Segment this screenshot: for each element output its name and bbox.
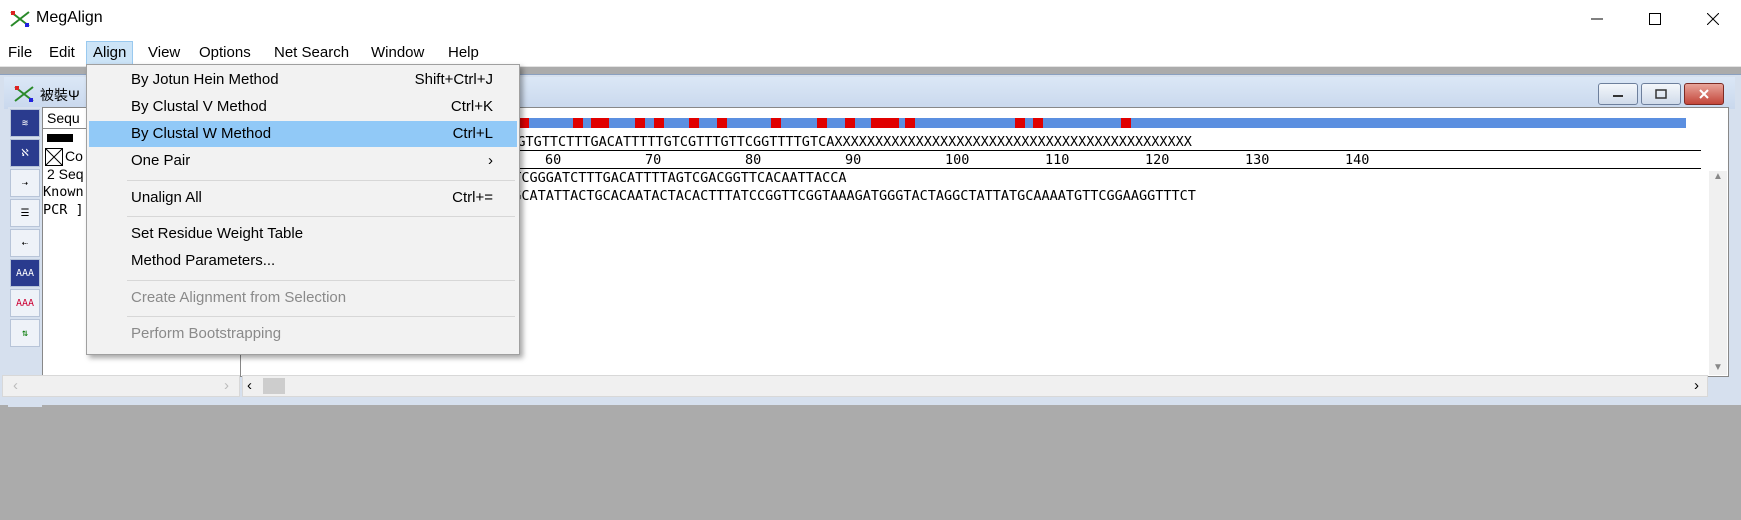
mismatch-marker — [635, 118, 645, 128]
alignment-window-title: 被裝Ψ — [40, 87, 80, 103]
ruler-tick-label: 110 — [1045, 152, 1070, 168]
menubar: File Edit Align View Options Net Search … — [0, 38, 1741, 67]
menu-options[interactable]: Options — [199, 42, 251, 64]
maximize-button[interactable] — [1626, 0, 1684, 38]
tool-list-icon[interactable]: ☰ — [10, 199, 40, 227]
menu-item-unalign-all[interactable]: Unalign All Ctrl+= — [89, 185, 517, 211]
ruler-tick-label: 120 — [1145, 152, 1170, 168]
ruler-tick-label: 70 — [645, 152, 662, 168]
mismatch-marker — [1015, 118, 1025, 128]
consensus-strength-bar — [47, 134, 73, 142]
scroll-thumb[interactable] — [263, 378, 285, 394]
mismatch-marker — [905, 118, 915, 128]
menu-item-residue-weight-table[interactable]: Set Residue Weight Table — [89, 221, 517, 247]
scroll-left-icon[interactable]: ‹ — [247, 377, 252, 394]
scroll-right-icon[interactable]: › — [224, 377, 229, 394]
ruler-tick-label: 140 — [1345, 152, 1370, 168]
minimize-icon — [1591, 18, 1603, 20]
menu-net-search[interactable]: Net Search — [274, 42, 349, 64]
child-close-button[interactable] — [1684, 83, 1724, 105]
menu-item-one-pair[interactable]: One Pair › — [89, 148, 517, 174]
menu-edit[interactable]: Edit — [49, 42, 75, 64]
close-icon — [1707, 13, 1719, 25]
megalign-app-icon — [10, 10, 30, 28]
menu-window[interactable]: Window — [371, 42, 424, 64]
consensus-label: Co — [65, 148, 83, 164]
menu-item-clustal-v[interactable]: By Clustal V Method Ctrl+K — [89, 94, 517, 120]
mismatch-marker — [771, 118, 781, 128]
vertical-scrollbar[interactable]: ▲ ▼ — [1709, 171, 1727, 375]
menu-item-method-parameters[interactable]: Method Parameters... — [89, 248, 517, 274]
submenu-arrow-icon: › — [488, 152, 493, 169]
menu-align[interactable]: Align — [86, 41, 134, 65]
menu-file[interactable]: File — [8, 42, 32, 64]
child-restore-button[interactable] — [1641, 83, 1681, 105]
ruler-tick-label: 130 — [1245, 152, 1270, 168]
menu-help[interactable]: Help — [448, 42, 479, 64]
tool-palette: ≋ ℵ ⇢ ☰ ⇠ AAA AAA ⇅ — [8, 107, 42, 407]
tool-residue-aaa-icon[interactable]: AAA — [10, 259, 40, 287]
menu-item-clustal-w[interactable]: By Clustal W Method Ctrl+L — [89, 121, 517, 147]
checkbox-crossed-icon[interactable] — [45, 148, 63, 166]
mismatch-marker — [817, 118, 827, 128]
sequence-name-pcr[interactable]: PCR ] — [43, 202, 84, 218]
app-title: MegAlign — [36, 9, 103, 26]
menu-item-perform-bootstrapping[interactable]: Perform Bootstrapping — [89, 321, 517, 347]
app-titlebar: MegAlign — [0, 0, 1741, 38]
scroll-left-icon[interactable]: ‹ — [13, 377, 18, 394]
tool-tree-icon[interactable]: ℵ — [10, 139, 40, 167]
ruler-tick-label: 60 — [545, 152, 562, 168]
tool-sequence-icon[interactable]: ≋ — [10, 109, 40, 137]
maximize-icon — [1649, 13, 1661, 25]
menu-item-jotun-hein[interactable]: By Jotun Hein Method Shift+Ctrl+J — [89, 67, 517, 93]
mismatch-marker — [1121, 118, 1131, 128]
mismatch-marker — [573, 118, 583, 128]
mismatch-marker — [845, 118, 855, 128]
sequence-name-known[interactable]: Known — [43, 184, 84, 200]
minimize-button[interactable] — [1568, 0, 1626, 38]
mismatch-marker — [871, 118, 899, 128]
scroll-right-icon[interactable]: › — [1694, 377, 1699, 394]
close-icon — [1699, 89, 1709, 99]
tool-residue-color-icon[interactable]: AAA — [10, 289, 40, 317]
sequence-count: 2 Seq — [47, 166, 84, 182]
alignment-horizontal-scrollbar[interactable]: ‹ › — [242, 375, 1708, 397]
mismatch-marker — [654, 118, 664, 128]
mismatch-marker — [591, 118, 609, 128]
mismatch-marker — [1033, 118, 1043, 128]
ruler-tick-label: 90 — [845, 152, 862, 168]
tool-shift-right-icon[interactable]: ⇢ — [10, 169, 40, 197]
menu-item-create-alignment-from-selection[interactable]: Create Alignment from Selection — [89, 285, 517, 311]
mismatch-marker — [689, 118, 699, 128]
align-menu-dropdown: By Jotun Hein Method Shift+Ctrl+J By Clus… — [86, 64, 520, 355]
menu-view[interactable]: View — [148, 42, 180, 64]
mismatch-marker — [717, 118, 727, 128]
tool-arrows-icon[interactable]: ⇅ — [10, 319, 40, 347]
ruler-tick-label: 100 — [945, 152, 970, 168]
restore-icon — [1655, 89, 1667, 99]
sequence-header: Sequ — [47, 110, 80, 126]
alignment-doc-icon — [14, 86, 34, 102]
tool-shift-left-icon[interactable]: ⇠ — [10, 229, 40, 257]
minimize-icon — [1613, 95, 1623, 97]
ruler-tick-label: 80 — [745, 152, 762, 168]
child-minimize-button[interactable] — [1598, 83, 1638, 105]
close-button[interactable] — [1684, 0, 1741, 38]
names-horizontal-scrollbar[interactable]: ‹ › — [2, 375, 240, 397]
